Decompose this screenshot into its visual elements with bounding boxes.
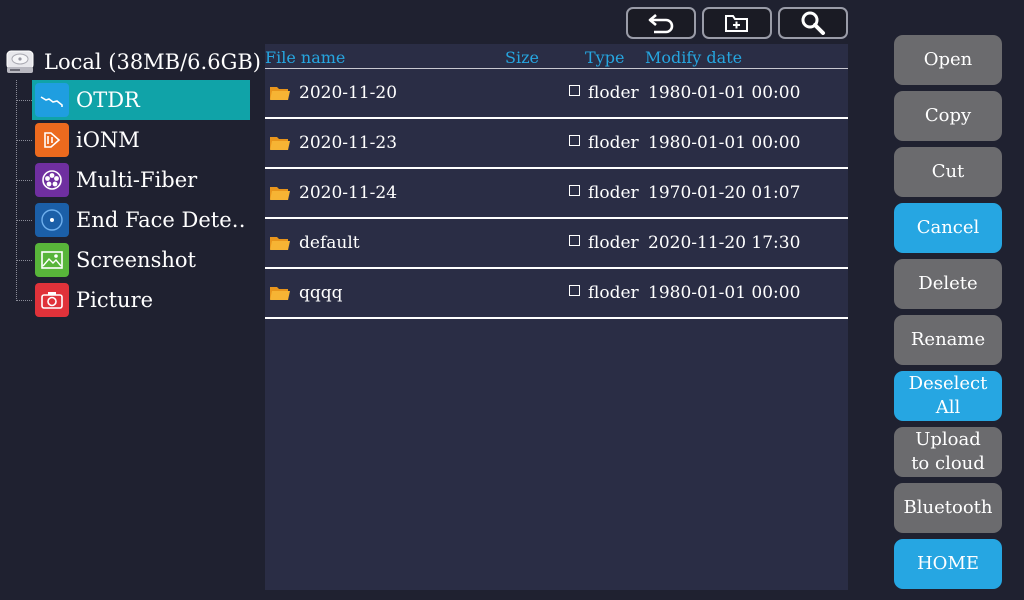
search-button[interactable] — [778, 7, 848, 39]
cancel-button[interactable]: Cancel — [894, 203, 1002, 253]
folder-tree: Local (38MB/6.6GB) OTDR iONM Multi-Fiber — [0, 40, 262, 340]
table-row[interactable]: 2020-11-24 floder 1970-01-20 01:07 — [265, 169, 848, 219]
column-header-name[interactable]: File name — [265, 48, 345, 67]
file-type: floder — [588, 283, 639, 303]
row-checkbox[interactable] — [569, 69, 580, 117]
home-button[interactable]: HOME — [894, 539, 1002, 589]
copy-button[interactable]: Copy — [894, 91, 1002, 141]
new-folder-icon — [725, 15, 748, 32]
row-checkbox[interactable] — [569, 219, 580, 267]
table-row[interactable]: 2020-11-20 floder 1980-01-01 00:00 — [265, 69, 848, 119]
multi-fiber-icon — [35, 163, 69, 197]
tree-item-ionm[interactable]: iONM — [17, 120, 250, 160]
file-type: floder — [588, 233, 639, 253]
tree-item-label: OTDR — [76, 88, 140, 112]
upload-line2: to cloud — [911, 453, 985, 474]
search-icon — [801, 11, 825, 35]
end-face-icon — [35, 203, 69, 237]
back-arrow-icon — [648, 14, 674, 34]
deselect-all-label: Deselect All — [909, 372, 988, 420]
file-name: 2020-11-20 — [299, 83, 398, 103]
table-row[interactable]: default floder 2020-11-20 17:30 — [265, 219, 848, 269]
file-date: 2020-11-20 17:30 — [648, 233, 801, 253]
file-type: floder — [588, 83, 639, 103]
folder-icon — [269, 269, 291, 317]
column-header-size[interactable]: Size — [505, 48, 539, 67]
file-name: qqqq — [299, 283, 343, 303]
storage-root-label: Local (38MB/6.6GB) — [44, 50, 261, 74]
toolbar — [626, 7, 848, 39]
upload-line1: Upload — [915, 429, 981, 450]
file-date: 1980-01-01 00:00 — [648, 283, 801, 303]
tree-item-label: Picture — [76, 288, 154, 312]
picture-icon — [35, 283, 69, 317]
tree-item-otdr[interactable]: OTDR — [17, 80, 250, 120]
file-type: floder — [588, 133, 639, 153]
file-date: 1970-01-20 01:07 — [648, 183, 801, 203]
file-type: floder — [588, 183, 639, 203]
folder-icon — [269, 219, 291, 267]
row-checkbox[interactable] — [569, 269, 580, 317]
otdr-icon — [35, 83, 69, 117]
storage-root[interactable]: Local (38MB/6.6GB) — [4, 44, 261, 80]
table-row[interactable]: 2020-11-23 floder 1980-01-01 00:00 — [265, 119, 848, 169]
file-name: 2020-11-24 — [299, 183, 398, 203]
file-list-panel: File name Size Type Modify date 2020-11-… — [265, 44, 848, 590]
file-name: default — [299, 233, 360, 253]
delete-button[interactable]: Delete — [894, 259, 1002, 309]
tree-item-multi-fiber[interactable]: Multi-Fiber — [17, 160, 250, 200]
file-name: 2020-11-23 — [299, 133, 398, 153]
folder-icon — [269, 119, 291, 167]
open-button[interactable]: Open — [894, 35, 1002, 85]
bluetooth-button[interactable]: Bluetooth — [894, 483, 1002, 533]
file-date: 1980-01-01 00:00 — [648, 83, 801, 103]
tree-item-label: Multi-Fiber — [76, 168, 198, 192]
row-checkbox[interactable] — [569, 119, 580, 167]
table-header: File name Size Type Modify date — [265, 44, 848, 69]
tree-item-label: iONM — [76, 128, 140, 152]
deselect-all-button[interactable]: Deselect All — [894, 371, 1002, 421]
table-row[interactable]: qqqq floder 1980-01-01 00:00 — [265, 269, 848, 319]
file-date: 1980-01-01 00:00 — [648, 133, 801, 153]
deselect-line1: Deselect — [908, 373, 988, 394]
folder-icon — [269, 169, 291, 217]
tree-item-label: End Face Dete… — [76, 208, 246, 232]
new-folder-button[interactable] — [702, 7, 772, 39]
hard-drive-icon — [6, 50, 34, 73]
ionm-icon — [35, 123, 69, 157]
column-header-type[interactable]: Type — [585, 48, 624, 67]
tree-item-label: Screenshot — [76, 248, 196, 272]
tree-item-picture[interactable]: Picture — [17, 280, 250, 320]
upload-label: Upload to cloud — [911, 428, 985, 476]
back-button[interactable] — [626, 7, 696, 39]
folder-icon — [269, 69, 291, 117]
upload-to-cloud-button[interactable]: Upload to cloud — [894, 427, 1002, 477]
tree-item-screenshot[interactable]: Screenshot — [17, 240, 250, 280]
cut-button[interactable]: Cut — [894, 147, 1002, 197]
tree-item-end-face[interactable]: End Face Dete… — [17, 200, 250, 240]
screenshot-icon — [35, 243, 69, 277]
tree-connector — [16, 80, 17, 301]
column-header-date[interactable]: Modify date — [645, 48, 742, 67]
rename-button[interactable]: Rename — [894, 315, 1002, 365]
row-checkbox[interactable] — [569, 169, 580, 217]
deselect-line2: All — [935, 397, 961, 418]
